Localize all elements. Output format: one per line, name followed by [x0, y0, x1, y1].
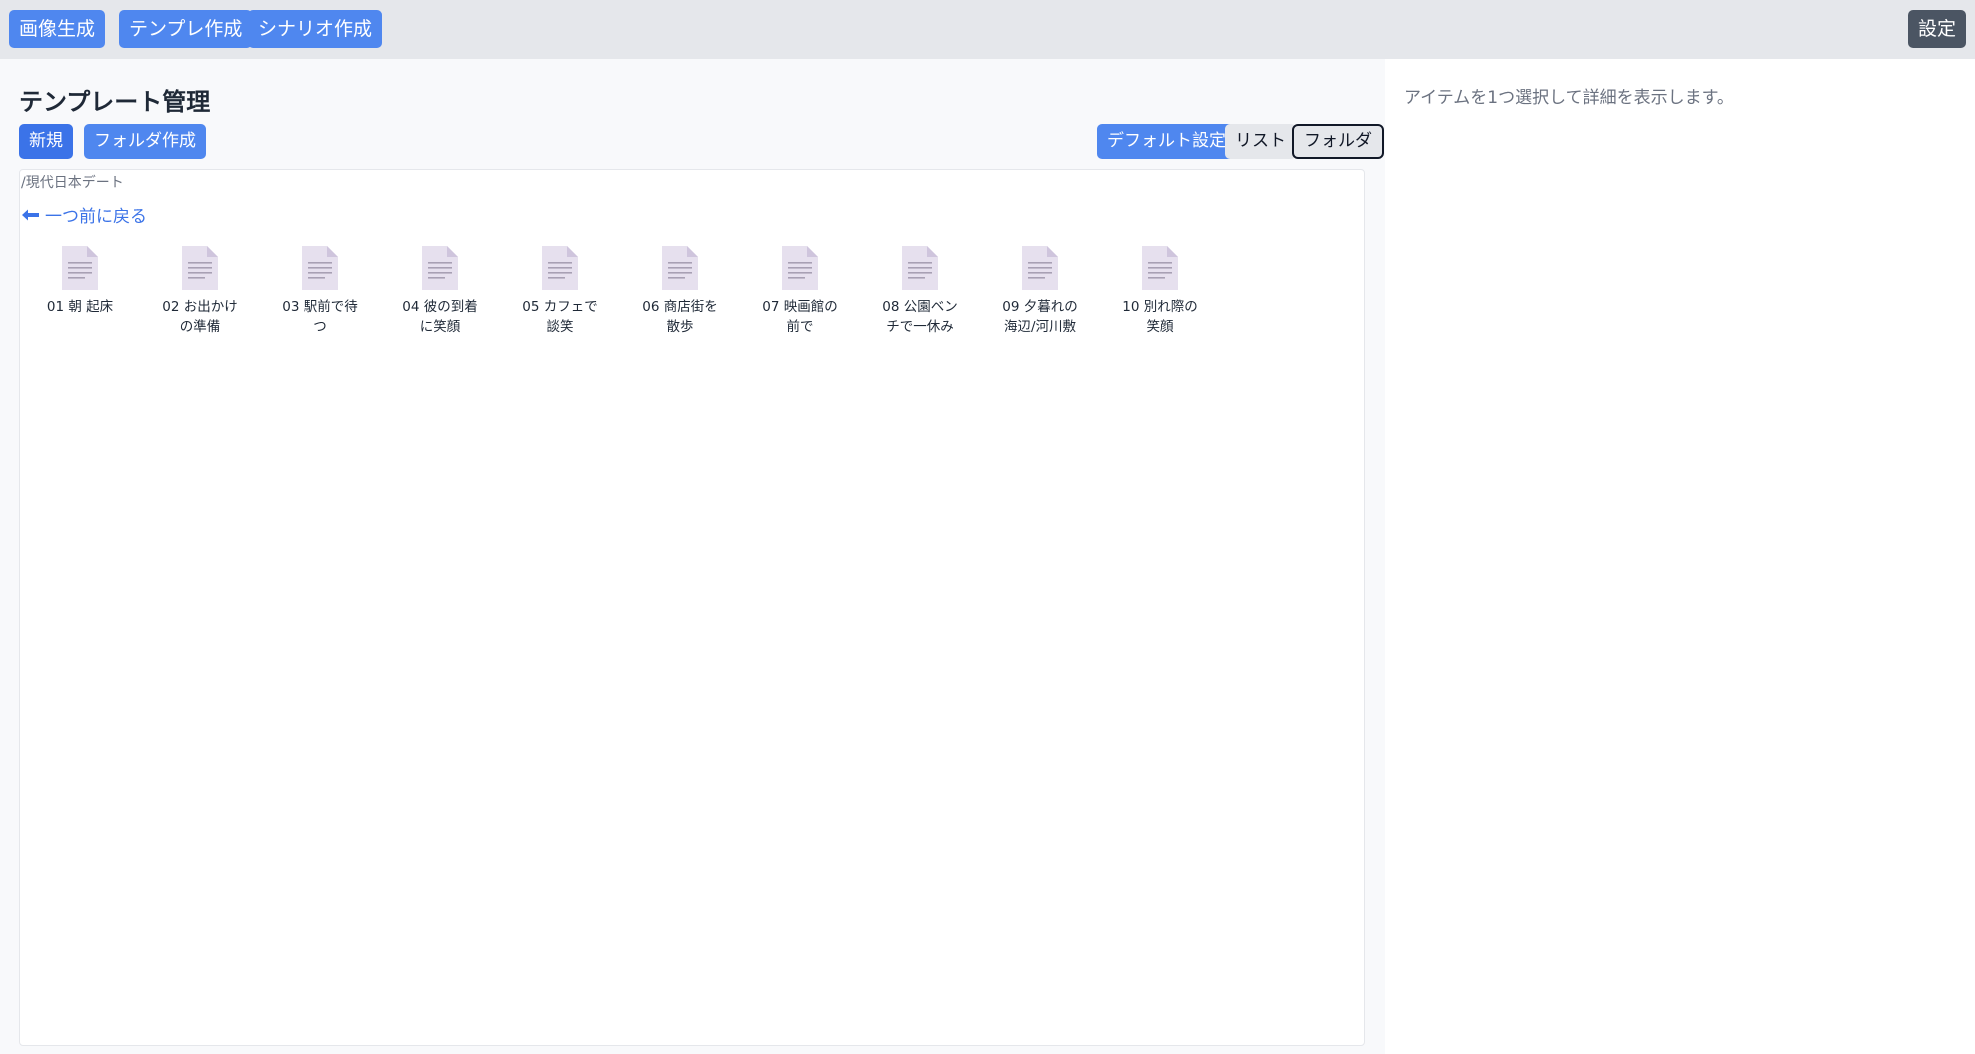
- document-icon: [542, 246, 578, 290]
- scenario-create-button[interactable]: シナリオ作成: [248, 10, 383, 48]
- file-browser: /現代日本デート 一つ前に戻る 01 朝 起床 02 お出かけの準備 03 駅前で待…: [19, 169, 1365, 1046]
- image-gen-button[interactable]: 画像生成: [9, 10, 106, 48]
- document-icon: [902, 246, 938, 290]
- file-name: 09 夕暮れの海辺/河川敷: [1002, 299, 1078, 335]
- settings-button[interactable]: 設定: [1908, 10, 1967, 48]
- top-nav-bar: 画像生成 テンプレ作成 シナリオ作成 設定: [0, 0, 1975, 59]
- document-icon: [182, 246, 218, 290]
- file-name: 05 カフェで談笑: [522, 299, 598, 335]
- back-link-label: 一つ前に戻る: [45, 207, 147, 227]
- detail-hint: アイテムを1つ選択して詳細を表示します。: [1404, 88, 1734, 108]
- file-item[interactable]: 09 夕暮れの海辺/河川敷: [990, 246, 1090, 337]
- file-name: 08 公園ベンチで一休み: [882, 299, 958, 335]
- document-icon: [62, 246, 98, 290]
- file-name: 01 朝 起床: [46, 299, 114, 315]
- file-item[interactable]: 08 公園ベンチで一休み: [870, 246, 970, 337]
- file-item[interactable]: 07 映画館の前で: [750, 246, 850, 337]
- page-title: テンプレート管理: [19, 88, 211, 116]
- document-icon: [782, 246, 818, 290]
- file-item[interactable]: 05 カフェで談笑: [510, 246, 610, 337]
- file-name: 10 別れ際の笑顔: [1122, 299, 1198, 335]
- new-folder-button[interactable]: フォルダ作成: [84, 124, 206, 159]
- file-item[interactable]: 04 彼の到着に笑顔: [390, 246, 490, 337]
- document-icon: [662, 246, 698, 290]
- document-icon: [422, 246, 458, 290]
- file-name: 07 映画館の前で: [762, 299, 838, 335]
- file-item[interactable]: 10 別れ際の笑顔: [1110, 246, 1210, 337]
- arrow-left-icon: [22, 209, 39, 220]
- file-item[interactable]: 03 駅前で待つ: [270, 246, 370, 337]
- file-item[interactable]: 06 商店街を散歩: [630, 246, 730, 337]
- back-link[interactable]: 一つ前に戻る: [22, 202, 147, 227]
- file-grid: 01 朝 起床 02 お出かけの準備 03 駅前で待つ 04 彼の到着に笑顔 05 カフ…: [30, 246, 1330, 356]
- file-name: 03 駅前で待つ: [282, 299, 358, 335]
- file-item[interactable]: 01 朝 起床: [30, 246, 130, 317]
- document-icon: [1142, 246, 1178, 290]
- file-name: 02 お出かけの準備: [162, 299, 238, 335]
- folder-view-button[interactable]: フォルダ: [1292, 124, 1384, 159]
- document-icon: [1022, 246, 1058, 290]
- file-item[interactable]: 02 お出かけの準備: [150, 246, 250, 337]
- list-view-button[interactable]: リスト: [1225, 124, 1296, 159]
- file-name: 06 商店街を散歩: [642, 299, 718, 335]
- document-icon: [302, 246, 338, 290]
- current-path: /現代日本デート: [21, 175, 124, 191]
- file-name: 04 彼の到着に笑顔: [402, 299, 478, 335]
- detail-pane: アイテムを1つ選択して詳細を表示します。: [1385, 59, 1975, 1054]
- new-button[interactable]: 新規: [19, 124, 73, 159]
- template-create-button[interactable]: テンプレ作成: [119, 10, 253, 48]
- default-settings-button[interactable]: デフォルト設定: [1097, 124, 1236, 159]
- template-management-pane: テンプレート管理 新規 フォルダ作成 デフォルト設定 リスト フォルダ /現代日…: [0, 59, 1385, 1054]
